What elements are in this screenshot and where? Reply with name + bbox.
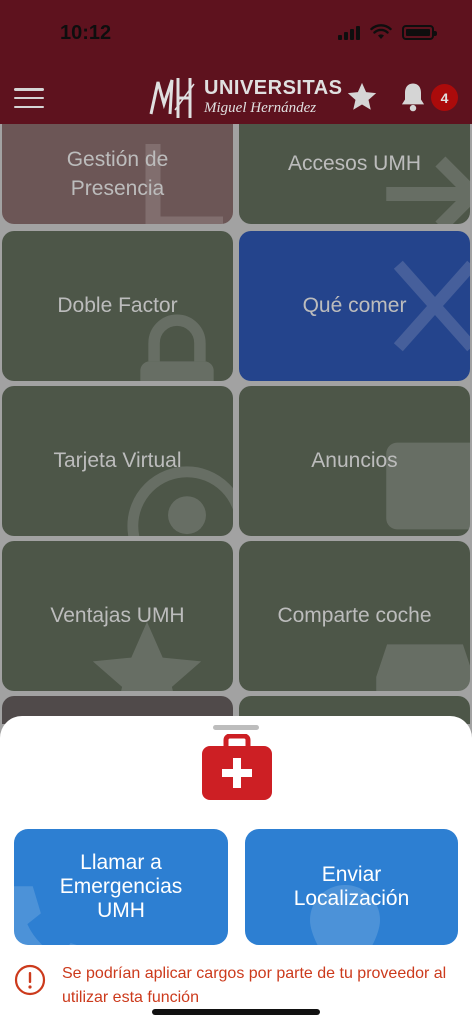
tile-label: Presencia <box>70 177 165 200</box>
tile-doble-factor[interactable]: Doble Factor <box>2 231 233 381</box>
tile-label: Ventajas UMH <box>50 604 185 628</box>
logo-subtitle: Miguel Hernández <box>204 100 317 116</box>
status-bar: 10:12 <box>0 0 472 70</box>
tile-comparte-coche[interactable]: Comparte coche <box>239 541 470 691</box>
call-button-label: UMH <box>97 899 145 923</box>
notification-badge: 4 <box>431 84 458 111</box>
status-time: 10:12 <box>60 22 112 44</box>
notifications-bell-icon[interactable] <box>398 81 428 113</box>
tile-label: Tarjeta Virtual <box>53 449 182 473</box>
call-button-label: Emergencias <box>59 874 183 898</box>
lock-icon <box>140 314 214 381</box>
tile-tarjeta-virtual[interactable]: Tarjeta Virtual <box>2 386 233 536</box>
services-grid: Gestión de Presencia Accesos UMH Doble F… <box>0 124 472 724</box>
tile-label: Anuncios <box>311 449 398 473</box>
charges-warning: Se podrían aplicar cargos por parte de t… <box>14 962 454 1010</box>
status-icons <box>338 24 437 40</box>
logo-title: UNIVERSITAS <box>204 77 343 99</box>
emergency-sheet: Llamar a Emergencias UMH Enviar Localiza… <box>0 716 472 1024</box>
tile-label: Doble Factor <box>57 294 178 318</box>
call-emergencies-button[interactable]: Llamar a Emergencias UMH <box>14 829 228 945</box>
favorites-star-icon[interactable] <box>345 80 379 114</box>
wifi-icon <box>370 24 392 39</box>
app-header: UNIVERSITAS Miguel Hernández 4 <box>0 70 472 124</box>
battery-icon <box>402 24 437 40</box>
newspaper-icon <box>386 442 470 530</box>
tile-gestion-presencia[interactable]: Gestión de Presencia <box>2 124 233 224</box>
cellular-signal-icon <box>338 24 360 40</box>
tile-anuncios[interactable]: Anuncios <box>239 386 470 536</box>
location-button-label: Enviar <box>321 862 382 886</box>
first-aid-kit-icon <box>202 734 272 800</box>
warning-text: Se podrían aplicar cargos por parte de t… <box>62 965 447 1006</box>
tile-label: Qué comer <box>302 294 407 318</box>
sheet-grabber[interactable] <box>213 725 259 730</box>
umh-logo: UNIVERSITAS Miguel Hernández <box>148 74 342 120</box>
tile-label: Comparte coche <box>277 604 432 628</box>
menu-button[interactable] <box>14 88 44 108</box>
umh-logo-mark <box>149 78 195 118</box>
tile-label: Accesos UMH <box>287 152 422 176</box>
tile-label: Gestión de <box>66 147 169 171</box>
location-button-label: Localización <box>293 887 410 910</box>
tile-que-comer[interactable]: Qué comer <box>239 231 470 381</box>
home-indicator <box>152 1009 320 1015</box>
warning-icon <box>14 964 46 996</box>
send-location-button[interactable]: Enviar Localización <box>245 829 458 945</box>
tile-accesos-umh[interactable]: Accesos UMH <box>239 124 470 224</box>
tile-ventajas-umh[interactable]: Ventajas UMH <box>2 541 233 691</box>
call-button-label: Llamar a <box>80 850 162 874</box>
